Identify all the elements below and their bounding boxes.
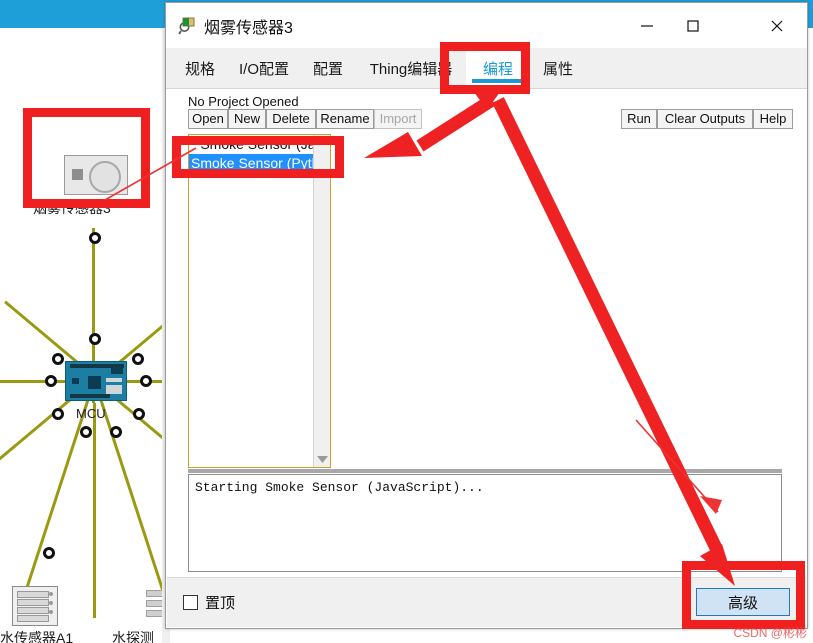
mcu-usb-glyph <box>106 385 122 394</box>
window-title: 烟雾传感器3 <box>204 20 293 37</box>
wire <box>93 403 96 618</box>
project-status-text: No Project Opened <box>188 94 299 109</box>
script-list[interactable]: * Smoke Sensor (JavaScript) Smoke Sensor… <box>188 134 331 468</box>
water-bar-glyph <box>17 599 49 606</box>
tab-label: 属性 <box>542 60 573 78</box>
connection-node[interactable] <box>52 408 64 420</box>
water-bar-glyph <box>17 615 49 622</box>
connection-node[interactable] <box>52 353 64 365</box>
water-sensor-icon[interactable] <box>12 586 58 626</box>
app-flag-magnifier-icon <box>178 15 198 35</box>
connection-node[interactable] <box>89 333 101 345</box>
connection-node[interactable] <box>80 426 92 438</box>
connection-node[interactable] <box>45 375 57 387</box>
help-button[interactable]: Help <box>753 109 793 129</box>
connection-node[interactable] <box>133 408 145 420</box>
always-on-top-label: 置顶 <box>205 595 236 612</box>
tab-specs[interactable]: 规格 <box>174 48 226 88</box>
connection-node[interactable] <box>110 426 122 438</box>
mcu-label: MCU <box>76 406 106 421</box>
open-button[interactable]: Open <box>188 109 228 129</box>
close-icon[interactable] <box>747 3 807 48</box>
mcu-header-glyph <box>106 378 122 382</box>
tab-io-config[interactable]: I/O配置 <box>228 48 300 88</box>
mcu-pin-row-bottom <box>70 394 110 398</box>
tab-config[interactable]: 配置 <box>302 48 354 88</box>
mcu-chip-glyph <box>88 376 101 389</box>
connection-node[interactable] <box>89 232 101 244</box>
connection-node[interactable] <box>132 353 144 365</box>
chevron-down-icon[interactable] <box>314 450 330 467</box>
maximize-icon[interactable] <box>670 3 716 48</box>
connection-node[interactable] <box>43 547 55 559</box>
always-on-top-checkbox[interactable]: 置顶 <box>183 592 235 613</box>
connection-node[interactable] <box>140 375 152 387</box>
import-button: Import <box>374 109 422 129</box>
minimize-icon[interactable] <box>624 3 670 48</box>
rename-button[interactable]: Rename <box>316 109 374 129</box>
water-sensor-a1-label: 水传感器A1 <box>0 630 74 643</box>
tab-properties[interactable]: 属性 <box>530 48 586 88</box>
tab-label: 配置 <box>312 60 343 78</box>
console-output[interactable]: Starting Smoke Sensor (JavaScript)... <box>188 474 782 572</box>
water-bar-glyph <box>17 607 49 614</box>
annotation-box-script-item <box>172 136 344 178</box>
water-dot-glyph <box>49 601 53 605</box>
device-dialog-window: 烟雾传感器3 规格 I/O配置 配置 Thing编辑器 编程 属性 No Pro… <box>165 2 808 629</box>
water-dot-glyph <box>49 610 53 614</box>
mcu-chip-glyph <box>111 367 123 374</box>
checkbox-box[interactable] <box>183 595 198 610</box>
mcu-board-icon[interactable] <box>65 361 127 401</box>
delete-button[interactable]: Delete <box>266 109 316 129</box>
tab-label: 规格 <box>184 60 215 78</box>
script-list-scrollbar[interactable] <box>313 135 330 467</box>
clear-outputs-button[interactable]: Clear Outputs <box>657 109 753 129</box>
new-button[interactable]: New <box>228 109 266 129</box>
console-separator <box>188 469 782 473</box>
annotation-box-smoke-sensor <box>23 108 150 208</box>
water-dot-glyph <box>49 592 53 596</box>
annotation-box-programming-tab <box>440 42 530 94</box>
annotation-box-advanced <box>682 561 805 629</box>
water-bar-glyph <box>17 591 49 598</box>
run-button[interactable]: Run <box>621 109 657 129</box>
water-detector-label: 水探测 <box>112 630 154 643</box>
screenshot-root: 烟雾传感器3 MCU 水传感器A1 水探测 烟雾传感器3 规格 I/O配置 配置… <box>0 0 813 643</box>
watermark: CSDN @彬彬 <box>733 626 807 640</box>
mcu-chip-glyph <box>72 378 79 384</box>
tab-label: I/O配置 <box>238 60 289 78</box>
